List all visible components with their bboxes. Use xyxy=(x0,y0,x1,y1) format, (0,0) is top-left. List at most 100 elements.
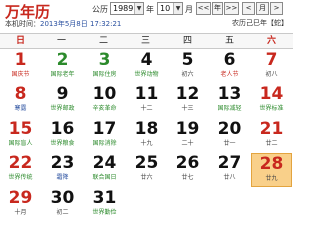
day-lunar-note: 辛亥革命 xyxy=(92,105,117,112)
day-number: 10 xyxy=(92,84,117,104)
day-cell[interactable]: 17 国际消除 xyxy=(84,119,125,153)
day-cell[interactable]: 2 国际老年 xyxy=(42,50,83,84)
day-lunar-note: 国际减轻 xyxy=(217,105,242,112)
day-lunar-note: 世界粮食 xyxy=(50,140,75,147)
day-number: 25 xyxy=(134,153,159,173)
day-number: 12 xyxy=(175,84,200,104)
day-number: 20 xyxy=(217,119,242,139)
month-nav-label[interactable]: 月 xyxy=(256,2,269,15)
day-lunar-note: 廿七 xyxy=(181,174,194,181)
day-cell[interactable]: 19 二十 xyxy=(167,119,208,153)
month-suffix: 月 xyxy=(185,5,193,14)
next-month-button[interactable]: > xyxy=(270,2,283,15)
day-cell[interactable]: 4 世界动物 xyxy=(126,50,167,84)
day-cell[interactable]: 9 世界邮政 xyxy=(42,84,83,118)
day-cell[interactable]: 7 初八 xyxy=(251,50,292,84)
day-number: 11 xyxy=(134,84,159,104)
day-number: 23 xyxy=(50,153,75,173)
day-cell[interactable]: 24 联合国日 xyxy=(84,153,125,187)
weekday-sat: 六 xyxy=(266,36,276,46)
day-number: 22 xyxy=(8,153,33,173)
day-lunar-note: 寒露 xyxy=(14,105,27,112)
day-lunar-note: 廿二 xyxy=(265,140,278,147)
day-lunar-note: 世界标准 xyxy=(259,105,284,112)
day-number: 24 xyxy=(92,153,117,173)
next-year-button[interactable]: >> xyxy=(224,2,239,15)
day-lunar-note: 国际盲人 xyxy=(8,140,33,147)
day-lunar-note: 十二 xyxy=(140,105,153,112)
day-cell-today[interactable]: 28 廿九 xyxy=(251,153,292,187)
day-number: 15 xyxy=(8,119,33,139)
day-cell[interactable]: 23 霜降 xyxy=(42,153,83,187)
year-select[interactable]: 1989 ▼ xyxy=(110,2,144,15)
day-cell[interactable]: 30 初二 xyxy=(42,188,83,222)
day-cell[interactable]: 20 廿一 xyxy=(209,119,250,153)
day-number: 31 xyxy=(92,188,117,208)
day-lunar-note: 初八 xyxy=(265,71,278,78)
day-lunar-note: 廿八 xyxy=(223,174,236,181)
day-cell[interactable]: 3 国际住房 xyxy=(84,50,125,84)
weekday-sun: 日 xyxy=(15,36,25,46)
year-suffix: 年 xyxy=(146,5,154,14)
day-lunar-note: 世界动物 xyxy=(134,71,159,78)
day-lunar-note: 世界传统 xyxy=(8,174,33,181)
day-lunar-note: 初六 xyxy=(181,71,194,78)
day-lunar-note: 霜降 xyxy=(56,174,69,181)
day-number: 14 xyxy=(259,84,284,104)
month-select[interactable]: 10 ▼ xyxy=(157,2,183,15)
day-cell[interactable]: 25 廿六 xyxy=(126,153,167,187)
day-cell[interactable]: 18 十九 xyxy=(126,119,167,153)
day-cell[interactable]: 14 世界标准 xyxy=(251,84,292,118)
day-number: 29 xyxy=(8,188,33,208)
day-lunar-note: 十九 xyxy=(140,140,153,147)
day-grid: 1 国庆节 2 国际老年 3 国际住房 4 世界动物 5 初六 6 老人节 7 初八 8 寒露 9 世界邮政 10 辛… xyxy=(0,50,293,223)
day-lunar-note: 国际住房 xyxy=(92,71,117,78)
day-cell[interactable]: 13 国际减轻 xyxy=(209,84,250,118)
day-number: 17 xyxy=(92,119,117,139)
day-cell[interactable]: 16 世界粮食 xyxy=(42,119,83,153)
day-cell[interactable]: 27 廿八 xyxy=(209,153,250,187)
chevron-down-icon[interactable]: ▼ xyxy=(134,3,143,14)
day-cell[interactable]: 21 廿二 xyxy=(251,119,292,153)
day-cell[interactable]: 31 世界勤俭 xyxy=(84,188,125,222)
day-lunar-note: 国庆节 xyxy=(11,71,30,78)
day-number: 7 xyxy=(265,50,278,70)
day-cell[interactable]: 11 十二 xyxy=(126,84,167,118)
day-number: 21 xyxy=(259,119,284,139)
day-lunar-note: 廿九 xyxy=(265,175,278,182)
day-cell[interactable]: 26 廿七 xyxy=(167,153,208,187)
day-cell[interactable]: 29 十月 xyxy=(0,188,41,222)
day-cell[interactable]: 22 世界传统 xyxy=(0,153,41,187)
day-lunar-note: 国际老年 xyxy=(50,71,75,78)
day-number: 6 xyxy=(223,50,236,70)
year-select-value: 1989 xyxy=(113,4,134,13)
day-lunar-note: 廿一 xyxy=(223,140,236,147)
day-cell[interactable]: 10 辛亥革命 xyxy=(84,84,125,118)
prev-year-button[interactable]: << xyxy=(196,2,211,15)
day-number: 2 xyxy=(56,50,69,70)
chevron-down-icon[interactable]: ▼ xyxy=(173,3,182,14)
day-cell[interactable]: 8 寒露 xyxy=(0,84,41,118)
day-lunar-note: 国际消除 xyxy=(92,140,117,147)
day-number: 1 xyxy=(14,50,27,70)
year-nav-label[interactable]: 年 xyxy=(212,2,223,15)
day-lunar-note: 十月 xyxy=(14,209,27,216)
day-number: 28 xyxy=(259,154,284,174)
local-time-label: 本机时间： xyxy=(5,20,40,28)
day-lunar-note: 初二 xyxy=(56,209,69,216)
day-lunar-note: 廿六 xyxy=(140,174,153,181)
local-time: 本机时间：2013年5月8日 17:32:21 xyxy=(5,19,121,29)
day-lunar-note: 联合国日 xyxy=(92,174,117,181)
weekday-tue: 二 xyxy=(98,36,108,46)
day-cell[interactable]: 6 老人节 xyxy=(209,50,250,84)
day-cell[interactable]: 5 初六 xyxy=(167,50,208,84)
weekday-thu: 四 xyxy=(182,36,192,46)
day-cell[interactable]: 15 国际盲人 xyxy=(0,119,41,153)
day-cell[interactable]: 1 国庆节 xyxy=(0,50,41,84)
prev-month-button[interactable]: < xyxy=(242,2,255,15)
month-select-value: 10 xyxy=(160,4,171,13)
day-lunar-note: 十三 xyxy=(181,105,194,112)
day-lunar-note: 世界邮政 xyxy=(50,105,75,112)
day-cell[interactable]: 12 十三 xyxy=(167,84,208,118)
day-number: 5 xyxy=(181,50,194,70)
